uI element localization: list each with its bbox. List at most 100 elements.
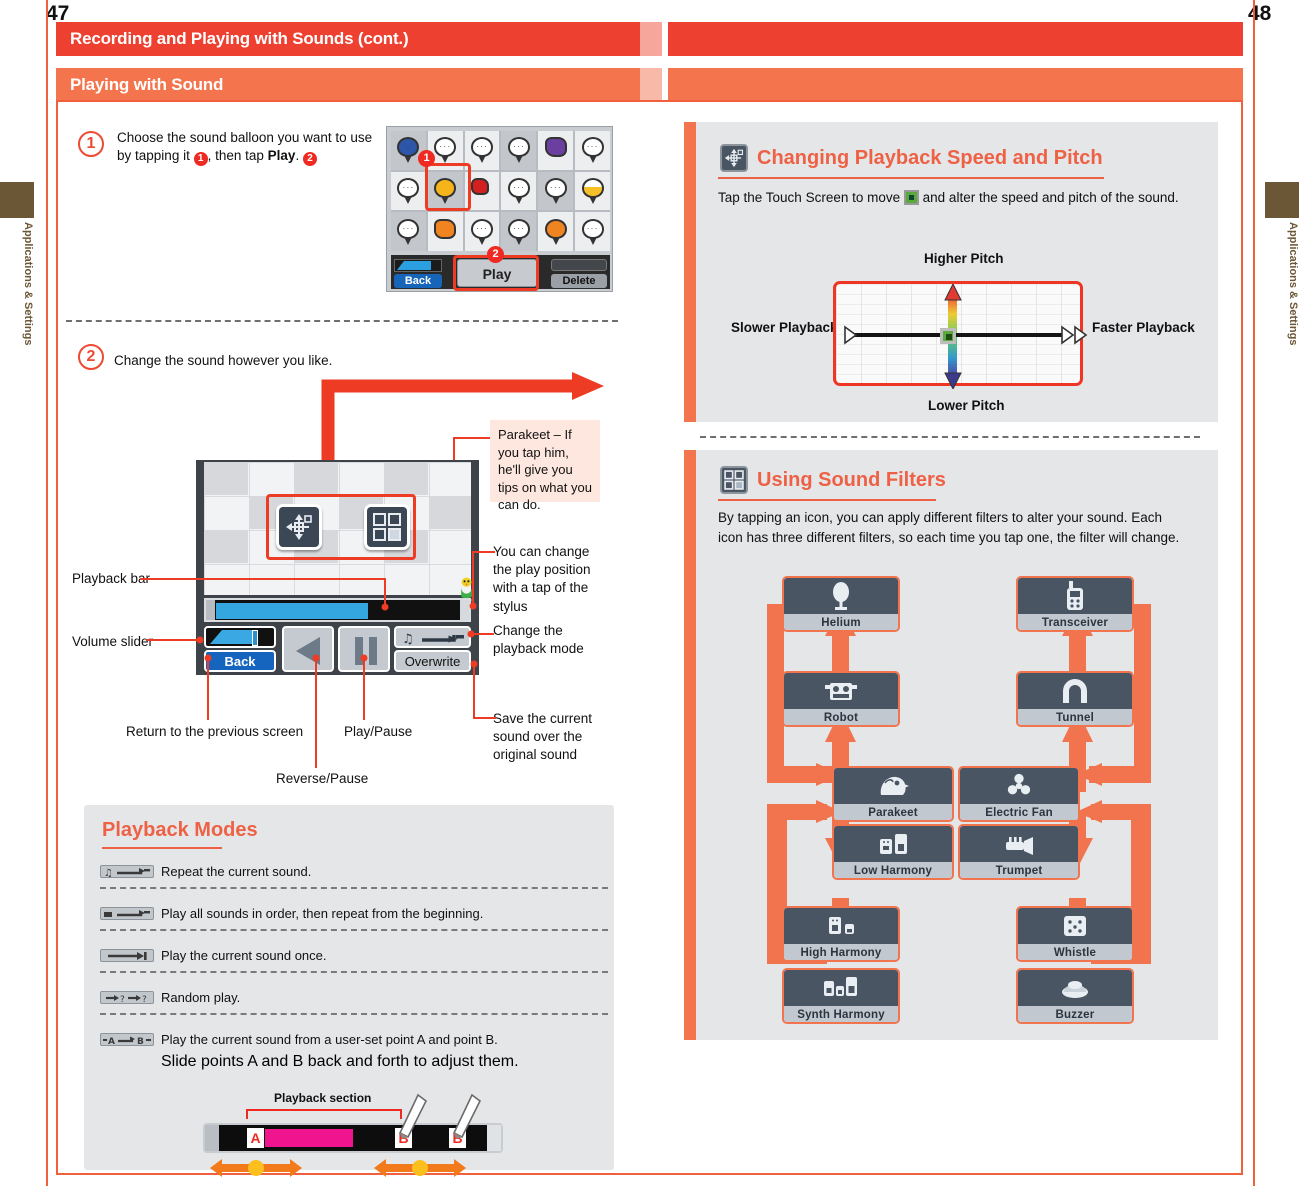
filter-card-trumpet[interactable]: Trumpet: [958, 824, 1080, 880]
filter-card-buzzer[interactable]: Buzzer: [1016, 968, 1134, 1024]
filter-label: Trumpet: [960, 862, 1078, 878]
playback-mode-button[interactable]: [551, 259, 607, 271]
slower-playback-label: Slower Playback: [731, 320, 838, 335]
filter-card-synth-harmony[interactable]: Synth Harmony: [782, 968, 900, 1024]
step-1-number: 1: [78, 131, 104, 157]
side-tab-block: [1265, 182, 1299, 218]
section-header-bar: Playing with Sound: [56, 68, 640, 102]
filter-card-helium[interactable]: Helium: [782, 576, 900, 632]
filter-label: Synth Harmony: [784, 1006, 898, 1022]
step-1-play-word: Play: [267, 148, 296, 164]
filter-card-robot[interactable]: Robot: [782, 671, 900, 727]
balloon-cell[interactable]: ···: [391, 171, 426, 211]
editor-controls: Back ♫ Overwrite: [204, 626, 471, 672]
mode-text: Play the current sound from a user-set p…: [161, 1032, 498, 1047]
delete-button[interactable]: Delete: [551, 274, 607, 288]
balloon-cell[interactable]: ···: [501, 171, 537, 211]
speed-pitch-title: Changing Playback Speed and Pitch: [757, 147, 1103, 169]
playback-mode-button[interactable]: ♫: [394, 626, 471, 648]
pitch-speed-pad[interactable]: [833, 281, 1088, 389]
filter-card-low-harmony[interactable]: Low Harmony: [832, 824, 954, 880]
four-squares-icon: [720, 466, 748, 494]
balloon-cell[interactable]: ···: [575, 131, 610, 170]
balloon-cell[interactable]: [538, 131, 574, 170]
filter-card-electric-fan[interactable]: Electric Fan: [958, 766, 1080, 822]
filter-label: Buzzer: [1018, 1006, 1132, 1022]
step-1-text: Choose the sound balloon you want to use…: [117, 129, 377, 167]
balloon-empty-icon: ···: [507, 177, 531, 204]
side-rule-left: [46, 0, 48, 1186]
balloon-cell[interactable]: ···: [501, 212, 537, 251]
balloon-grid: ··· ··· ··· ··· ··· ··· ··· ··· ··· ··· …: [391, 131, 610, 251]
side-tab-label: Applications & Settings: [1287, 222, 1299, 346]
volume-slider-leader: [146, 636, 204, 644]
balloon-cell[interactable]: ···: [575, 212, 610, 251]
page-number-right: 48: [1248, 2, 1272, 25]
step-2-number: 2: [78, 344, 104, 370]
balloon-cell[interactable]: ···: [391, 212, 426, 251]
chapter-header-gutter: [640, 22, 662, 56]
balloon-icon: [433, 218, 457, 245]
balloon-icon: [544, 137, 568, 163]
balloon-cell[interactable]: ···: [501, 131, 537, 170]
mode-row: A B Play the current sound from a user-s…: [100, 1031, 600, 1049]
balloon-cell[interactable]: ···: [538, 171, 574, 211]
back-button[interactable]: Back: [394, 274, 442, 288]
balloon-cell[interactable]: [538, 212, 574, 251]
playback-bar-label: Playback bar: [72, 571, 151, 586]
ds-balloon-select-screen: ··· ··· ··· ··· ··· ··· ··· ··· ··· ··· …: [386, 126, 613, 292]
lower-pitch-label: Lower Pitch: [928, 398, 1005, 413]
step-2-text: Change the sound however you like.: [114, 353, 333, 368]
playback-section-label: Playback section: [274, 1091, 372, 1105]
filter-card-whistle[interactable]: Whistle: [1016, 906, 1134, 962]
return-previous-leader: [204, 654, 212, 720]
balloon-cell[interactable]: [427, 212, 463, 251]
balloon-empty-icon: ···: [544, 177, 568, 204]
mode-separator: [100, 887, 608, 889]
balloon-empty-icon: ···: [581, 137, 605, 164]
filter-card-high-harmony[interactable]: High Harmony: [782, 906, 900, 962]
reverse-pause-leader: [312, 654, 320, 768]
volume-slider-icon[interactable]: [394, 259, 442, 272]
small-blocks-icon: [784, 908, 898, 944]
svg-text:?: ?: [142, 995, 147, 1004]
filter-card-tunnel[interactable]: Tunnel: [1016, 671, 1134, 727]
overwrite-button[interactable]: Overwrite: [394, 650, 471, 672]
filter-label: Tunnel: [1018, 709, 1132, 725]
ds-sound-editor-screen: Back ♫ Overwrite: [196, 460, 479, 675]
robot-head-icon: [784, 673, 898, 709]
two-blocks-icon: [834, 826, 952, 862]
mode-text: Repeat the current sound.: [161, 864, 312, 879]
filter-card-parakeet[interactable]: Parakeet: [832, 766, 954, 822]
side-tab-left: Applications & Settings: [0, 182, 34, 345]
point-a-marker[interactable]: A: [247, 1128, 264, 1148]
balloon-empty-icon: ···: [507, 137, 531, 164]
stylus-icons: [398, 1093, 482, 1139]
buzzer-icon: [1018, 970, 1132, 1006]
chapter-header-bar: Recording and Playing with Sounds (cont.…: [56, 22, 640, 56]
mode-text: Play the current sound once.: [161, 948, 327, 963]
sound-filters-desc: By tapping an icon, you can apply differ…: [718, 510, 1180, 546]
repeat-all-icon: [100, 907, 154, 920]
move-crosshair-icon: [720, 144, 748, 172]
speed-pitch-desc-a: Tap the Touch Screen to move: [718, 190, 901, 205]
balloon-cell[interactable]: [575, 171, 610, 211]
inline-marker-1: 1: [193, 152, 208, 167]
playback-modes-title-rule: [102, 847, 222, 849]
filter-card-transceiver[interactable]: Transceiver: [1016, 576, 1134, 632]
playback-modes-title: Playback Modes: [102, 819, 258, 841]
repeat-one-icon: ♫: [402, 632, 464, 646]
callout-marker-2: 2: [487, 246, 504, 263]
whistle-dots-icon: [1018, 908, 1132, 944]
volume-slider-control[interactable]: [204, 626, 276, 648]
trumpet-icon: [960, 826, 1078, 862]
side-tab-right: Applications & Settings: [1265, 182, 1299, 345]
step-1-text-d: .: [295, 148, 300, 164]
mode-row: ? ? Random play.: [100, 989, 600, 1007]
step-1-text-b: tapping it: [135, 148, 190, 164]
playback-bar-leader: [140, 578, 389, 611]
higher-pitch-label: Higher Pitch: [924, 251, 1004, 266]
pad-marker[interactable]: [940, 328, 956, 344]
right-panel-accent-2: [684, 450, 696, 1040]
side-tab-block: [0, 182, 34, 218]
